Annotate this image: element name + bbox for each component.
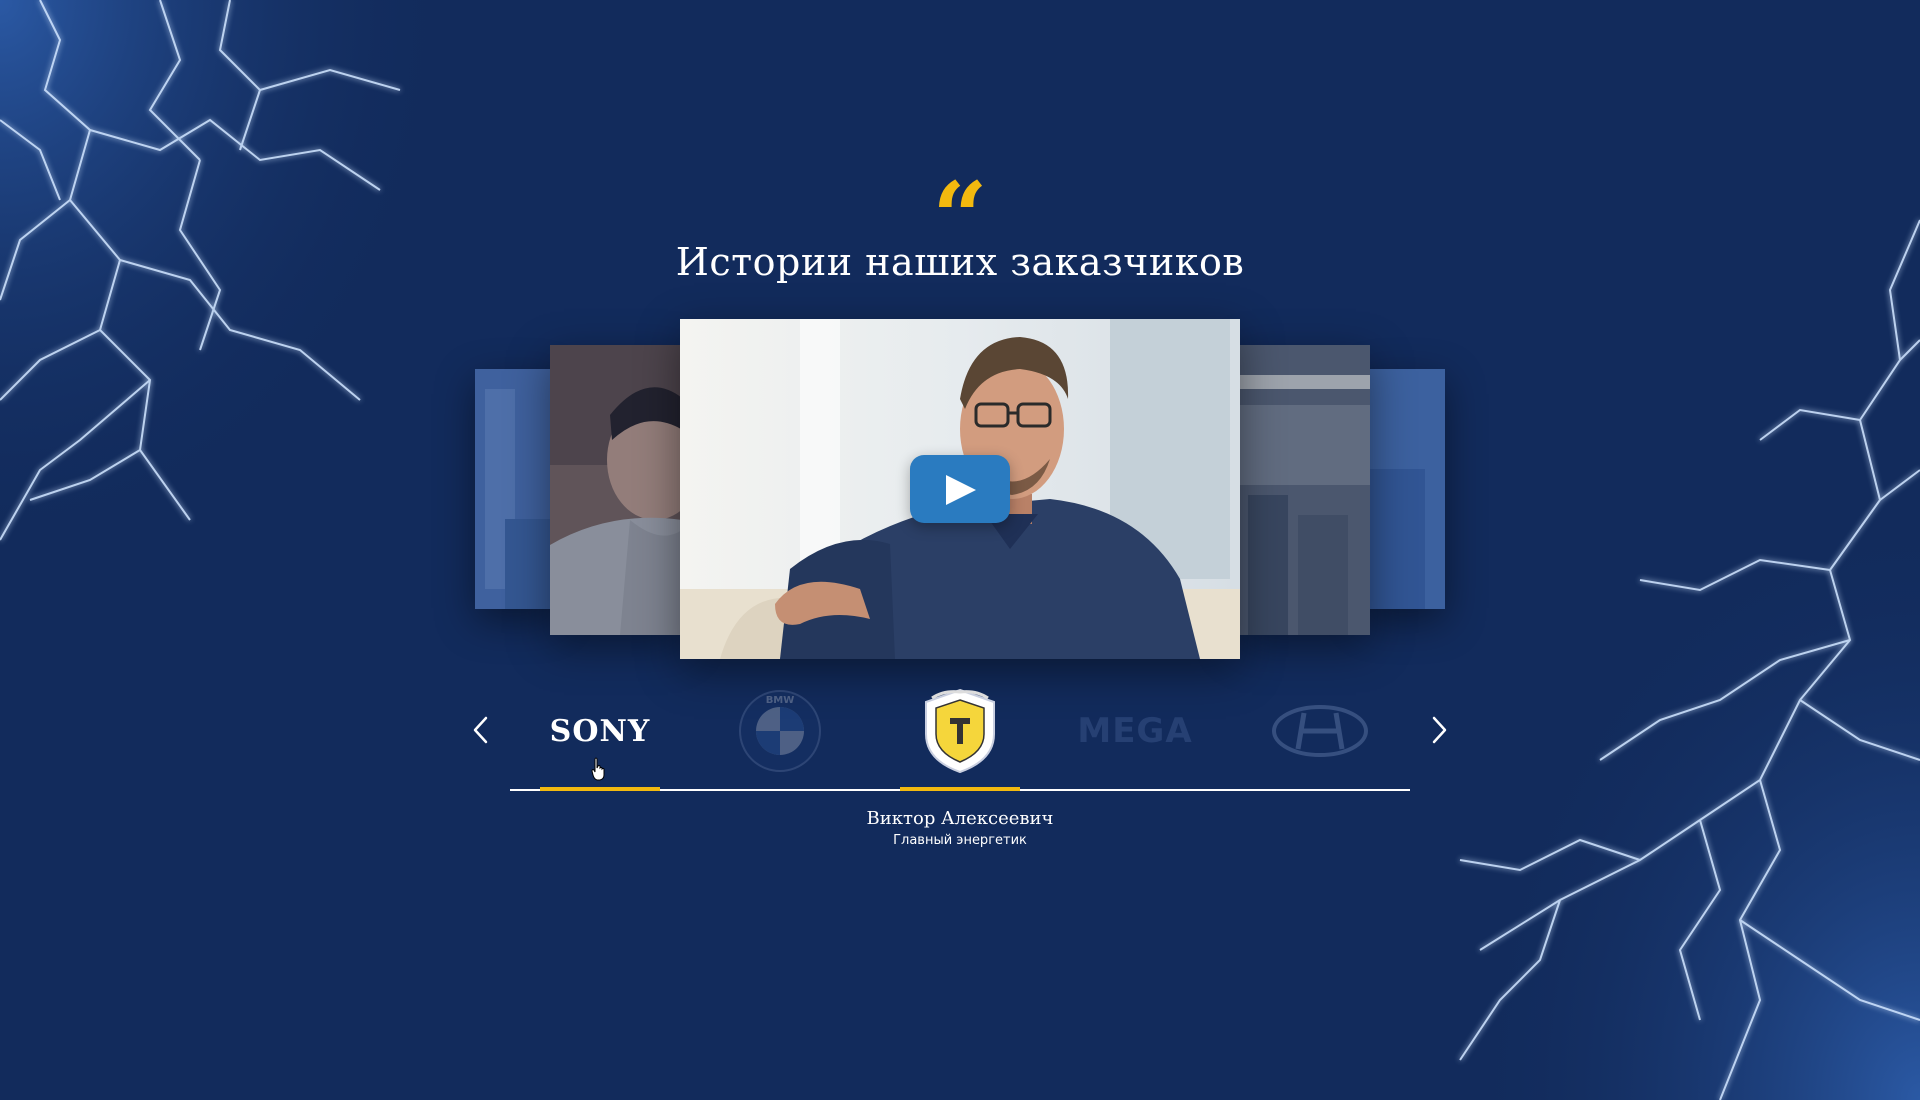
play-icon (946, 475, 976, 505)
slide-near-right[interactable] (1238, 345, 1370, 635)
testimonial-role: Главный энергетик (893, 833, 1027, 848)
bmw-logo-text: BMW (766, 695, 795, 706)
tinkoff-logo-icon (925, 688, 995, 774)
chevron-right-icon (1432, 716, 1447, 744)
video-player[interactable] (680, 319, 1240, 659)
logo-mega[interactable]: MEGA (1070, 686, 1200, 776)
slide-far-left[interactable] (475, 369, 555, 609)
slider-marker-active (900, 787, 1020, 791)
slider-marker-hover (540, 787, 660, 791)
sony-logo-text: SONY (549, 713, 651, 749)
next-arrow-button[interactable] (1424, 712, 1454, 748)
logo-tinkoff[interactable] (910, 686, 1010, 776)
logo-bmw[interactable]: BMW (730, 686, 830, 776)
testimonial-name: Виктор Алексеевич (866, 808, 1054, 829)
slide-far-right[interactable] (1365, 369, 1445, 609)
video-carousel (0, 0, 1920, 700)
chevron-left-icon (473, 716, 488, 744)
slide-near-left[interactable] (550, 345, 682, 635)
prev-arrow-button[interactable] (466, 712, 496, 748)
hand-cursor-icon (590, 757, 608, 781)
hyundai-logo-icon (1272, 705, 1368, 757)
logo-hyundai[interactable] (1265, 686, 1375, 776)
bmw-logo-icon: BMW (739, 690, 821, 772)
mega-logo-text: MEGA (1077, 711, 1193, 751)
play-button[interactable] (910, 455, 1010, 523)
